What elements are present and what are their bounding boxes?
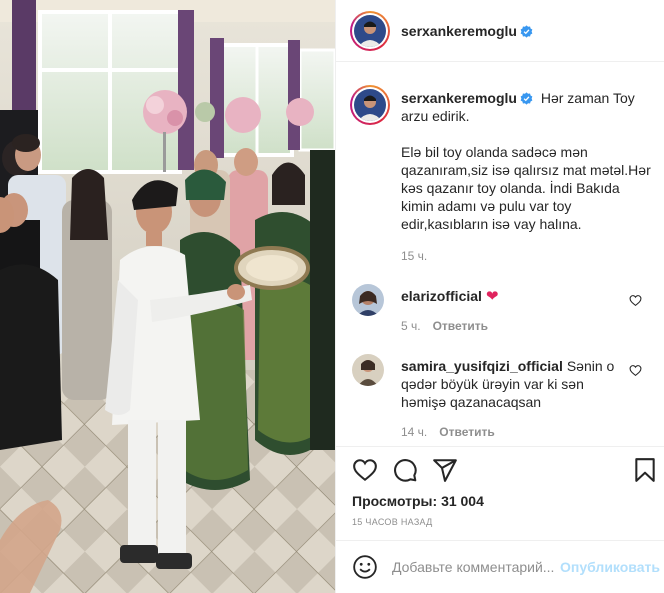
heart-small-icon[interactable] [629, 364, 642, 377]
heart-small-icon[interactable] [629, 294, 642, 307]
views-label: Просмотры: [352, 493, 438, 509]
comment-1-text: elarizofficial ❤ [401, 287, 631, 306]
comment-avatar[interactable] [352, 284, 384, 316]
heart-icon[interactable] [352, 457, 378, 483]
comment-1-reply-button[interactable]: Ответить [433, 319, 488, 333]
comment-icon[interactable] [392, 457, 418, 483]
publish-button[interactable]: Опубликовать [560, 559, 660, 575]
post-media[interactable] [0, 0, 335, 593]
comment-avatar[interactable] [352, 354, 384, 386]
comment-1-time[interactable]: 5 ч. [401, 319, 421, 333]
comment-2-reply-button[interactable]: Ответить [439, 425, 494, 439]
wedding-video-frame [0, 0, 335, 593]
comment-2-meta: 14 ч. Ответить [401, 425, 495, 439]
author-avatar[interactable] [354, 15, 386, 47]
post-details-panel: serxankeremoglu serxankeremoglu Hər zama… [335, 0, 664, 593]
bookmark-icon[interactable] [632, 457, 658, 483]
verified-badge-icon [520, 25, 533, 38]
post-caption: serxankeremoglu Hər zaman Toy arzu ediri… [401, 89, 651, 125]
caption-body: Elə bil toy olanda sadəcə mən qazanıram,… [401, 144, 655, 232]
caption-username[interactable]: serxankeremoglu [401, 90, 533, 106]
caption-author-avatar[interactable] [354, 89, 386, 121]
story-ring[interactable] [350, 11, 390, 51]
header-username[interactable]: serxankeremoglu [401, 23, 533, 39]
caption-story-ring[interactable] [350, 85, 390, 125]
comment-1-username[interactable]: elarizofficial [401, 288, 482, 304]
emoji-icon[interactable] [352, 554, 378, 580]
views-count[interactable]: Просмотры: 31 004 [352, 493, 484, 509]
comment-1-meta: 5 ч. Ответить [401, 319, 488, 333]
views-number: 31 004 [441, 493, 484, 509]
post-header: serxankeremoglu [336, 0, 664, 62]
comment-1-heart-emoji: ❤ [485, 288, 499, 305]
comment-2-text: samira_yusifqizi_official Sənin o qədər b… [401, 357, 631, 411]
comment-input[interactable] [392, 559, 562, 575]
comment-2-username[interactable]: samira_yusifqizi_official [401, 358, 563, 374]
post-timestamp[interactable]: 15 часов назад [352, 517, 433, 527]
comment-2-time[interactable]: 14 ч. [401, 425, 427, 439]
caption-time[interactable]: 15 ч. [401, 249, 427, 263]
verified-badge-icon [520, 92, 533, 105]
add-comment-bar: Опубликовать [336, 540, 664, 593]
share-icon[interactable] [432, 457, 458, 483]
